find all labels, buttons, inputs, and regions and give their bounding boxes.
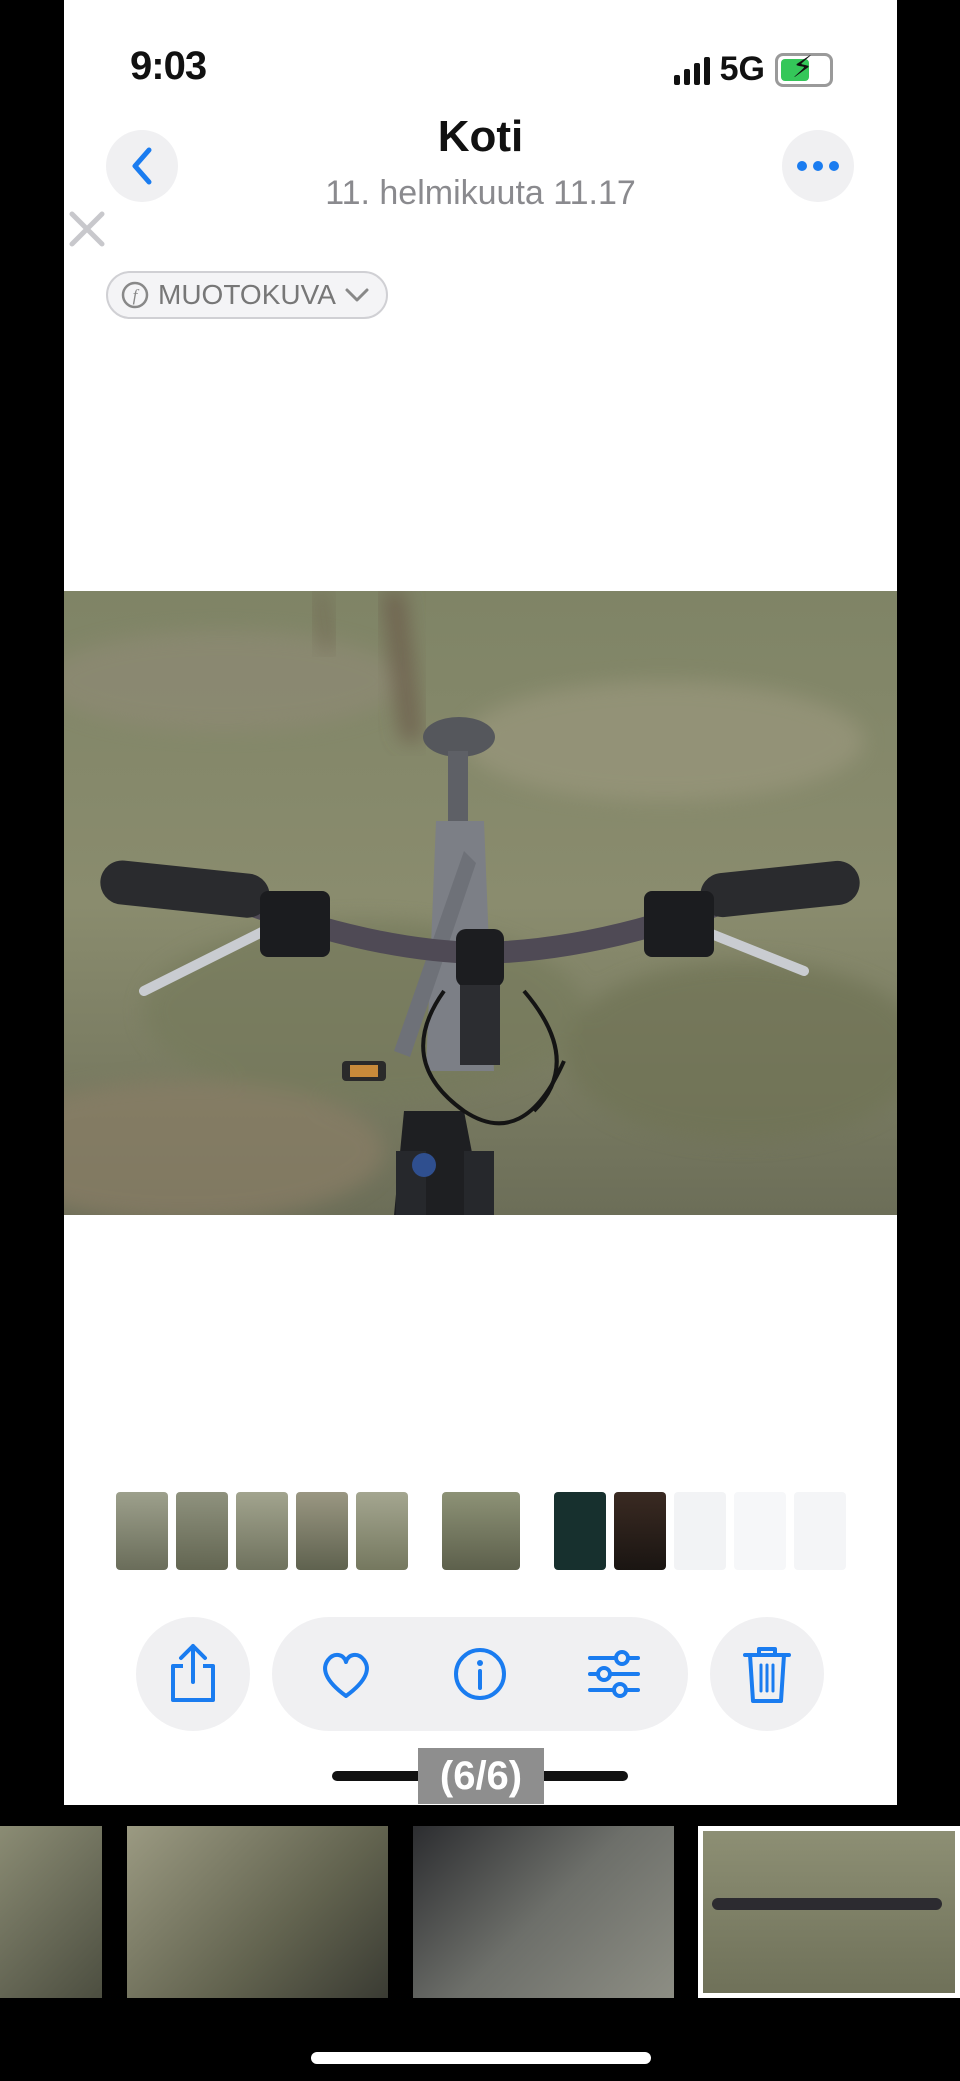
close-icon[interactable] xyxy=(66,208,108,250)
portrait-mode-badge[interactable]: f MUOTOKUVA xyxy=(106,271,388,319)
more-button[interactable] xyxy=(782,130,854,202)
gallery-thumbnail[interactable] xyxy=(413,1826,674,1998)
portrait-label: MUOTOKUVA xyxy=(158,279,336,310)
thumbnail[interactable] xyxy=(674,1492,726,1570)
photo-viewer-screen: 9:03 5G ⚡ Koti 11. helmikuuta 11.17 f MU… xyxy=(64,0,897,1805)
trash-icon xyxy=(743,1647,791,1703)
home-indicator-outer xyxy=(311,2052,651,2064)
photo-date: 11. helmikuuta 11.17 xyxy=(325,174,636,212)
svg-text:f: f xyxy=(133,286,140,305)
share-icon xyxy=(171,1644,215,1702)
thumbnail[interactable] xyxy=(176,1492,228,1570)
gallery-thumbnail[interactable] xyxy=(0,1826,102,1998)
chevron-down-icon xyxy=(345,288,369,302)
thumbnail[interactable] xyxy=(554,1492,606,1570)
battery-icon: ⚡ xyxy=(775,51,833,87)
album-title: Koti xyxy=(437,112,524,161)
sliders-icon[interactable] xyxy=(586,1646,642,1702)
thumbnail[interactable] xyxy=(794,1492,846,1570)
signal-icon xyxy=(673,55,710,85)
info-icon[interactable] xyxy=(452,1646,508,1702)
thumbnail[interactable] xyxy=(116,1492,168,1570)
thumbnail[interactable] xyxy=(734,1492,786,1570)
network-label: 5G xyxy=(719,50,765,88)
aperture-icon: f xyxy=(121,281,149,309)
thumbnail[interactable] xyxy=(356,1492,408,1570)
thumbnail[interactable] xyxy=(236,1492,288,1570)
image-counter: (6/6) xyxy=(418,1748,544,1804)
gallery-thumbnail[interactable] xyxy=(127,1826,388,1998)
thumbnail[interactable] xyxy=(614,1492,666,1570)
thumbnail[interactable] xyxy=(296,1492,348,1570)
delete-button[interactable] xyxy=(710,1617,824,1731)
status-time: 9:03 xyxy=(130,44,207,88)
thumbnail-current[interactable] xyxy=(442,1492,520,1570)
heart-icon[interactable] xyxy=(318,1646,374,1702)
status-indicators: 5G ⚡ xyxy=(673,50,833,89)
main-photo[interactable] xyxy=(64,591,897,1215)
share-button[interactable] xyxy=(136,1617,250,1731)
gallery-thumbnail-selected[interactable] xyxy=(698,1826,960,1998)
toolbar-pill xyxy=(272,1617,688,1731)
more-icon xyxy=(797,161,839,171)
